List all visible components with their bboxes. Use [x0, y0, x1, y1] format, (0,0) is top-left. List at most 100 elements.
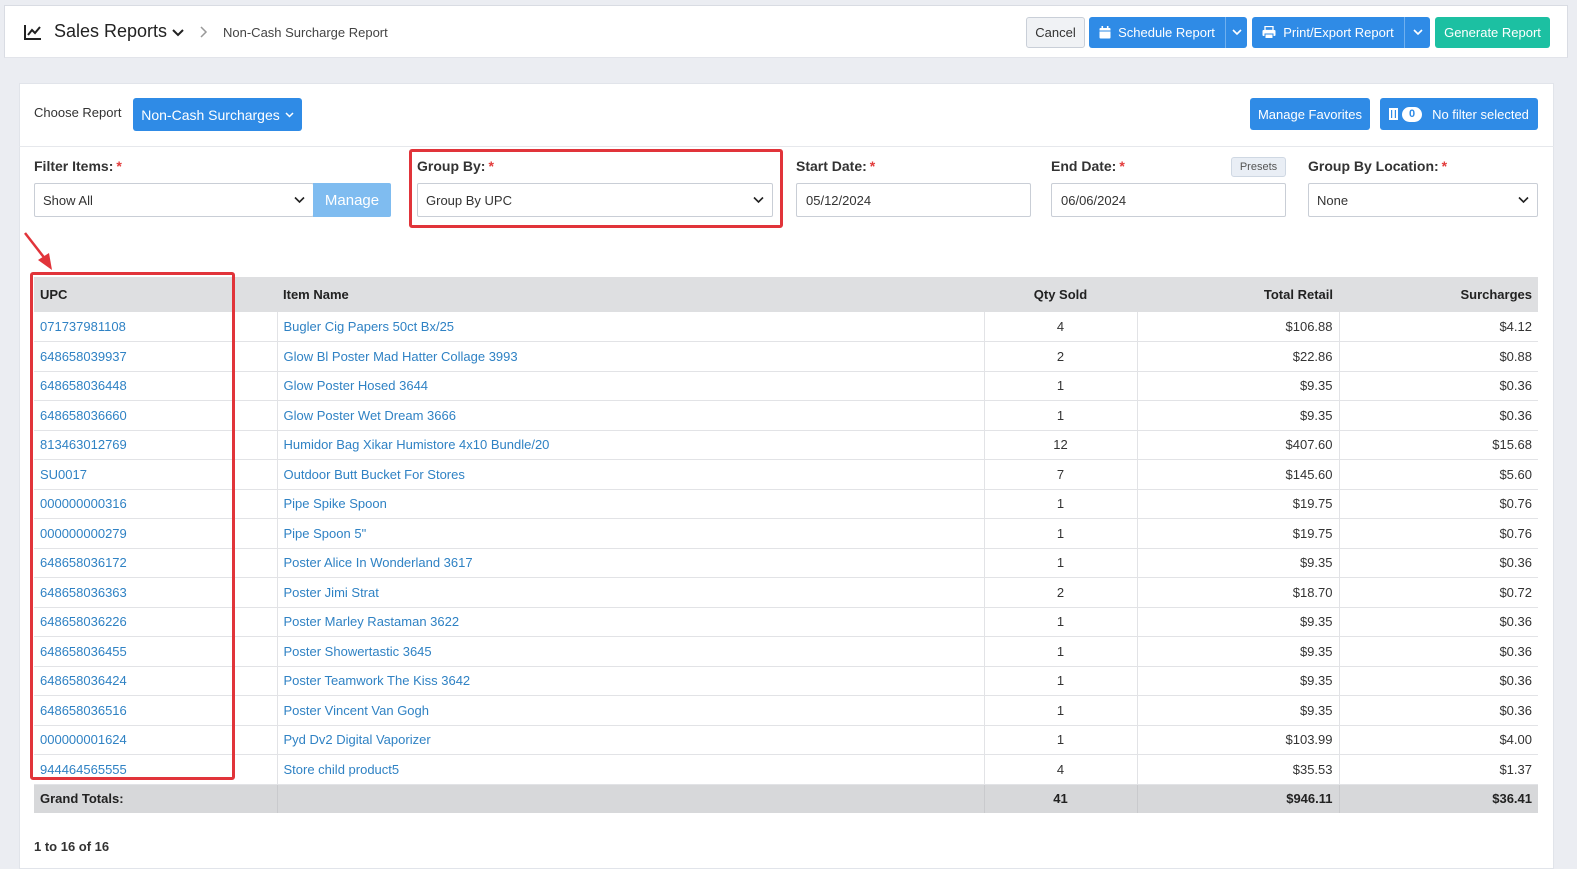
breadcrumb-separator-icon — [200, 26, 208, 38]
table-row: 648658039937 Glow Bl Poster Mad Hatter Co… — [34, 341, 1538, 371]
annotation-arrow-icon — [24, 232, 52, 270]
chevron-down-icon — [1412, 29, 1423, 36]
table-row: 813463012769 Humidor Bag Xikar Humistore … — [34, 430, 1538, 460]
item-name-cell[interactable]: Humidor Bag Xikar Humistore 4x10 Bundle/… — [277, 430, 985, 460]
end-date-label: End Date: — [1051, 158, 1117, 174]
group-by-location-select[interactable]: None — [1308, 183, 1538, 217]
printer-icon — [1262, 26, 1276, 39]
table-row: 000000000316 Pipe Spike Spoon 1 $19.75 $0.76 — [34, 489, 1538, 519]
cancel-label: Cancel — [1035, 25, 1076, 40]
cancel-button[interactable]: Cancel — [1026, 17, 1085, 48]
presets-button[interactable]: Presets — [1231, 157, 1286, 177]
print-dropdown-toggle[interactable] — [1404, 17, 1430, 48]
surcharges-cell: $0.36 — [1499, 643, 1532, 659]
table-row: 648658036172 Poster Alice In Wonderland 3… — [34, 548, 1538, 578]
total-retail-cell: $9.35 — [1137, 695, 1340, 725]
filter-items-select[interactable]: Show All — [34, 183, 314, 217]
group-by-highlight-box — [409, 149, 783, 228]
manage-label: Manage — [324, 191, 380, 209]
grand-totals-row: Grand Totals: 41 $946.11 $36.41 — [34, 784, 1538, 813]
filter-button[interactable]: 0 No filter selected — [1380, 98, 1538, 130]
divider — [19, 146, 1554, 147]
end-date-input[interactable]: 06/06/2024 — [1051, 183, 1286, 217]
item-name-cell[interactable]: Poster Showertastic 3645 — [277, 636, 985, 666]
schedule-dropdown-toggle[interactable] — [1225, 17, 1247, 48]
total-retail-cell: $18.70 — [1137, 577, 1340, 607]
total-retail-cell: $19.75 — [1137, 489, 1340, 519]
item-name-cell[interactable]: Pipe Spike Spoon — [277, 489, 985, 519]
item-name-cell[interactable]: Pipe Spoon 5" — [277, 518, 985, 548]
table-row: 000000001624 Pyd Dv2 Digital Vaporizer 1 $1… — [34, 725, 1538, 755]
report-table: UPC Item Name Qty Sold Total Retail Surc… — [34, 277, 1538, 813]
table-row: SU0017 Outdoor Butt Bucket For Stores 7 $14… — [34, 459, 1538, 489]
qty-sold-cell: 1 — [984, 371, 1138, 401]
manage-filter-button[interactable]: Manage — [313, 183, 391, 217]
surcharges-cell: $0.36 — [1499, 673, 1532, 689]
page-title[interactable]: Sales Reports — [54, 21, 167, 42]
table-row: 648658036455 Poster Showertastic 3645 1 $9.… — [34, 636, 1538, 666]
qty-sold-cell: 1 — [984, 666, 1138, 696]
column-header-qty-sold[interactable]: Qty Sold — [984, 277, 1137, 312]
surcharges-cell: $4.12 — [1499, 319, 1532, 334]
surcharges-cell: $0.36 — [1499, 614, 1532, 630]
qty-sold-cell: 1 — [984, 400, 1138, 430]
required-mark: * — [869, 158, 876, 174]
table-body: 071737981108 Bugler Cig Papers 50ct Bx/25… — [34, 312, 1538, 784]
column-header-total-retail[interactable]: Total Retail — [1137, 277, 1339, 312]
surcharges-cell: $15.68 — [1492, 437, 1532, 453]
surcharges-cell: $0.36 — [1499, 702, 1532, 718]
surcharges-cell: $0.36 — [1499, 378, 1532, 394]
item-name-cell[interactable]: Bugler Cig Papers 50ct Bx/25 — [277, 312, 985, 342]
report-selector-button[interactable]: Non-Cash Surcharges — [133, 98, 302, 131]
filter-items-heading: Filter Items: * — [34, 158, 122, 174]
choose-report-label: Choose Report — [34, 105, 122, 120]
surcharges-cell: $0.36 — [1499, 555, 1532, 571]
column-header-surcharges[interactable]: Surcharges — [1339, 277, 1538, 312]
qty-sold-cell: 1 — [984, 636, 1138, 666]
start-date-label: Start Date: — [796, 158, 867, 174]
manage-favorites-button[interactable]: Manage Favorites — [1250, 98, 1370, 130]
item-name-cell[interactable]: Poster Teamwork The Kiss 3642 — [277, 666, 985, 696]
top-header: Sales Reports Non-Cash Surcharge Report … — [4, 5, 1568, 58]
print-export-button[interactable]: Print/Export Report — [1252, 17, 1404, 48]
presets-label: Presets — [1239, 161, 1278, 173]
table-row: 944464565555 Store child product5 4 $35.53 $… — [34, 754, 1538, 784]
surcharges-cell: $1.37 — [1499, 761, 1532, 777]
schedule-report-button[interactable]: Schedule Report — [1089, 17, 1225, 48]
qty-sold-cell: 1 — [984, 607, 1138, 637]
item-name-cell[interactable]: Poster Jimi Strat — [277, 577, 985, 607]
chevron-down-icon[interactable] — [171, 26, 185, 40]
qty-sold-cell: 12 — [984, 430, 1138, 460]
surcharges-cell: $0.76 — [1499, 525, 1532, 541]
item-name-cell[interactable]: Poster Alice In Wonderland 3617 — [277, 548, 985, 578]
item-name-cell[interactable]: Pyd Dv2 Digital Vaporizer — [277, 725, 985, 755]
chevron-down-icon — [1518, 196, 1529, 204]
start-date-value: 05/12/2024 — [806, 192, 872, 208]
total-retail-cell: $19.75 — [1137, 518, 1340, 548]
item-name-cell[interactable]: Store child product5 — [277, 754, 985, 784]
upc-column-highlight-box — [30, 272, 235, 780]
breadcrumb: Non-Cash Surcharge Report — [223, 25, 388, 40]
item-name-cell[interactable]: Glow Poster Hosed 3644 — [277, 371, 985, 401]
item-name-cell[interactable]: Poster Marley Rastaman 3622 — [277, 607, 985, 637]
total-retail-cell: $35.53 — [1137, 754, 1340, 784]
table-row: 648658036448 Glow Poster Hosed 3644 1 $9.35… — [34, 371, 1538, 401]
item-name-cell[interactable]: Glow Bl Poster Mad Hatter Collage 3993 — [277, 341, 985, 371]
qty-sold-cell: 4 — [984, 312, 1138, 342]
table-row: 648658036660 Glow Poster Wet Dream 3666 1 $… — [34, 400, 1538, 430]
start-date-input[interactable]: 05/12/2024 — [796, 183, 1031, 217]
item-name-cell[interactable]: Glow Poster Wet Dream 3666 — [277, 400, 985, 430]
surcharges-cell: $0.88 — [1499, 348, 1532, 364]
table-row: 000000000279 Pipe Spoon 5" 1 $19.75 $0.76 — [34, 518, 1538, 548]
total-retail-cell: $103.99 — [1137, 725, 1340, 755]
table-header-row: UPC Item Name Qty Sold Total Retail Surc… — [34, 277, 1538, 312]
item-name-cell[interactable]: Poster Vincent Van Gogh — [277, 695, 985, 725]
filter-label: No filter selected — [1432, 106, 1529, 122]
qty-sold-cell: 1 — [984, 489, 1138, 519]
manage-favorites-label: Manage Favorites — [1257, 106, 1363, 122]
generate-report-button[interactable]: Generate Report — [1435, 17, 1550, 48]
item-name-cell[interactable]: Outdoor Butt Bucket For Stores — [277, 459, 985, 489]
print-export-label: Print/Export Report — [1283, 25, 1394, 40]
chevron-down-icon — [294, 196, 305, 204]
column-header-item-name[interactable]: Item Name — [277, 277, 984, 312]
